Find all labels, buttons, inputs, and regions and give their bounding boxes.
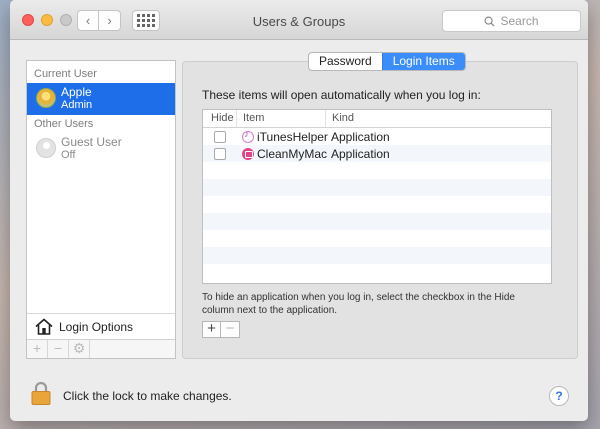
login-items-hint: To hide an application when you log in, … [202,292,515,316]
action-gear-button[interactable]: ⚙ [69,340,90,358]
users-groups-window: ‹ › Users & Groups Search Current User A… [10,0,588,421]
empty-row [203,230,551,247]
users-sidebar: Current User Apple Admin Other Users Gue… [26,60,176,359]
help-button[interactable]: ? [549,386,569,406]
other-users-heading: Other Users [34,118,94,130]
empty-row [203,213,551,230]
lock-icon[interactable] [31,381,51,405]
user-role: Off [61,149,76,161]
item-kind: Application [331,129,390,144]
user-name: Guest User [61,135,122,149]
column-header-item[interactable]: Item [237,110,326,127]
item-kind: Application [331,146,390,161]
search-placeholder: Search [500,14,539,28]
add-user-button[interactable]: + [27,340,48,358]
add-login-item-button[interactable]: + [202,321,221,338]
lock-message: Click the lock to make changes. [63,389,232,403]
item-name: CleanMyMac [257,146,328,161]
user-item-guest[interactable]: Guest User Off [27,133,175,165]
column-header-kind[interactable]: Kind [326,110,551,127]
user-item-apple[interactable]: Apple Admin [27,83,175,115]
remove-login-item-button[interactable]: − [221,321,240,338]
login-items-pane: These items will open automatically when… [182,61,578,359]
empty-row [203,247,551,264]
hide-checkbox[interactable] [214,147,226,160]
login-items-add-remove: + − [202,321,240,338]
login-items-intro: These items will open automatically when… [202,88,481,102]
item-name: iTunesHelper [257,129,328,144]
hide-checkbox[interactable] [214,130,226,143]
cleanmymac-icon [242,147,254,160]
user-name: Apple [61,85,92,99]
column-header-hide[interactable]: Hide [203,110,237,127]
search-icon [484,16,496,27]
user-role: Admin [61,99,93,111]
gear-icon: ⚙ [72,340,86,356]
remove-user-button[interactable]: − [48,340,69,358]
table-row[interactable]: CleanMyMac Application [203,145,551,162]
empty-row [203,196,551,213]
empty-row [203,162,551,179]
login-options-item[interactable]: Login Options [27,313,175,339]
apple-user-avatar [36,88,56,108]
house-icon [35,318,53,335]
empty-row [203,264,551,281]
tab-password[interactable]: Password [309,53,382,70]
login-items-table: Hide Item Kind iTunesHelper Application [202,109,552,284]
guest-user-avatar [36,138,56,158]
sidebar-toolbar: + − ⚙ [27,339,175,358]
empty-row [203,179,551,196]
current-user-heading: Current User [34,68,97,80]
table-body: iTunesHelper Application CleanMyMac Appl… [203,128,551,281]
tab-login-items[interactable]: Login Items [381,53,465,70]
tab-bar: Password Login Items [308,52,466,71]
table-header: Hide Item Kind [203,110,551,128]
title-bar: ‹ › Users & Groups Search [10,0,588,40]
itunes-icon [242,129,254,143]
search-field[interactable]: Search [442,10,581,32]
table-row[interactable]: iTunesHelper Application [203,128,551,145]
login-options-label: Login Options [59,319,134,334]
